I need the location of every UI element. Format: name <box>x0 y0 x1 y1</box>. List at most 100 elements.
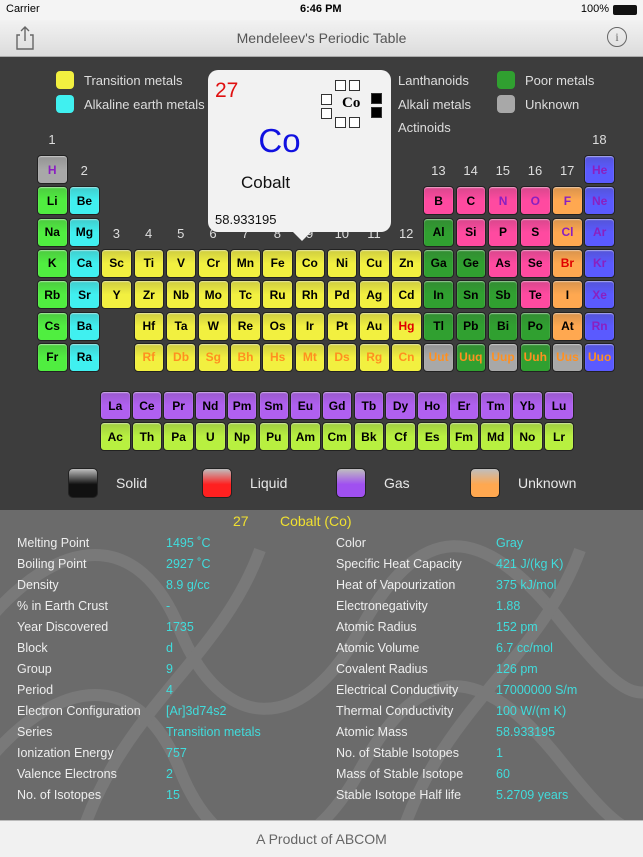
element-uuo[interactable]: Uuo <box>584 342 615 372</box>
element-ge[interactable]: Ge <box>455 248 487 278</box>
element-fm[interactable]: Fm <box>448 422 480 451</box>
element-ne[interactable]: Ne <box>584 186 615 216</box>
element-ba[interactable]: Ba <box>69 311 100 341</box>
element-zn[interactable]: Zn <box>391 248 422 278</box>
element-hf[interactable]: Hf <box>133 311 165 341</box>
element-ac[interactable]: Ac <box>100 422 131 451</box>
element-ru[interactable]: Ru <box>262 280 293 310</box>
element-li[interactable]: Li <box>37 186 68 216</box>
element-lu[interactable]: Lu <box>543 391 575 420</box>
element-hs[interactable]: Hs <box>262 342 293 372</box>
element-o[interactable]: O <box>520 186 551 216</box>
element-sr[interactable]: Sr <box>69 280 100 310</box>
element-mo[interactable]: Mo <box>198 280 229 310</box>
element-w[interactable]: W <box>198 311 229 341</box>
element-k[interactable]: K <box>37 248 68 278</box>
element-re[interactable]: Re <box>230 311 261 341</box>
element-ra[interactable]: Ra <box>69 342 100 372</box>
element-dy[interactable]: Dy <box>385 391 416 420</box>
element-br[interactable]: Br <box>552 248 583 278</box>
element-hg[interactable]: Hg <box>391 311 422 341</box>
element-ho[interactable]: Ho <box>417 391 448 420</box>
element-tl[interactable]: Tl <box>423 311 454 341</box>
element-h[interactable]: H <box>37 155 68 184</box>
element-uus[interactable]: Uus <box>552 342 583 372</box>
element-ga[interactable]: Ga <box>423 248 454 278</box>
element-cl[interactable]: Cl <box>552 217 583 247</box>
element-mg[interactable]: Mg <box>69 217 100 247</box>
element-cn[interactable]: Cn <box>391 342 422 372</box>
element-sm[interactable]: Sm <box>258 391 289 420</box>
element-y[interactable]: Y <box>101 280 132 310</box>
element-rn[interactable]: Rn <box>584 311 615 341</box>
element-zr[interactable]: Zr <box>133 280 165 310</box>
element-pm[interactable]: Pm <box>226 391 258 420</box>
element-fr[interactable]: Fr <box>37 342 68 372</box>
element-sb[interactable]: Sb <box>487 280 519 310</box>
element-db[interactable]: Db <box>165 342 197 372</box>
element-uuh[interactable]: Uuh <box>520 342 551 372</box>
element-cf[interactable]: Cf <box>385 422 416 451</box>
element-f[interactable]: F <box>552 186 583 216</box>
element-ca[interactable]: Ca <box>69 248 100 278</box>
element-pt[interactable]: Pt <box>326 311 358 341</box>
element-er[interactable]: Er <box>448 391 480 420</box>
element-be[interactable]: Be <box>69 186 100 216</box>
element-ti[interactable]: Ti <box>133 248 165 278</box>
element-at[interactable]: At <box>552 311 583 341</box>
element-rb[interactable]: Rb <box>37 280 68 310</box>
element-s[interactable]: S <box>520 217 551 247</box>
element-co[interactable]: Co <box>294 248 326 278</box>
element-pd[interactable]: Pd <box>326 280 358 310</box>
element-as[interactable]: As <box>487 248 519 278</box>
element-po[interactable]: Po <box>520 311 551 341</box>
element-i[interactable]: I <box>552 280 583 310</box>
element-au[interactable]: Au <box>359 311 390 341</box>
element-no[interactable]: No <box>512 422 543 451</box>
element-c[interactable]: C <box>455 186 487 216</box>
element-al[interactable]: Al <box>423 217 454 247</box>
element-os[interactable]: Os <box>262 311 293 341</box>
element-lr[interactable]: Lr <box>543 422 575 451</box>
element-gd[interactable]: Gd <box>321 391 353 420</box>
element-ta[interactable]: Ta <box>165 311 197 341</box>
element-fe[interactable]: Fe <box>262 248 293 278</box>
element-na[interactable]: Na <box>37 217 68 247</box>
element-cu[interactable]: Cu <box>359 248 390 278</box>
element-nb[interactable]: Nb <box>165 280 197 310</box>
element-mt[interactable]: Mt <box>294 342 326 372</box>
info-icon[interactable]: i <box>607 27 627 47</box>
element-uup[interactable]: Uup <box>487 342 519 372</box>
element-rh[interactable]: Rh <box>294 280 326 310</box>
element-tc[interactable]: Tc <box>230 280 261 310</box>
element-nd[interactable]: Nd <box>195 391 226 420</box>
element-eu[interactable]: Eu <box>290 391 321 420</box>
element-yb[interactable]: Yb <box>512 391 543 420</box>
element-md[interactable]: Md <box>480 422 511 451</box>
element-th[interactable]: Th <box>131 422 163 451</box>
element-np[interactable]: Np <box>226 422 258 451</box>
element-pr[interactable]: Pr <box>163 391 194 420</box>
element-mn[interactable]: Mn <box>230 248 261 278</box>
element-bi[interactable]: Bi <box>487 311 519 341</box>
element-si[interactable]: Si <box>455 217 487 247</box>
element-in[interactable]: In <box>423 280 454 310</box>
element-xe[interactable]: Xe <box>584 280 615 310</box>
element-pb[interactable]: Pb <box>455 311 487 341</box>
element-pu[interactable]: Pu <box>258 422 289 451</box>
element-b[interactable]: B <box>423 186 454 216</box>
element-rg[interactable]: Rg <box>359 342 390 372</box>
element-sg[interactable]: Sg <box>198 342 229 372</box>
element-p[interactable]: P <box>487 217 519 247</box>
element-ar[interactable]: Ar <box>584 217 615 247</box>
element-es[interactable]: Es <box>417 422 448 451</box>
element-rf[interactable]: Rf <box>133 342 165 372</box>
element-ir[interactable]: Ir <box>294 311 326 341</box>
element-bk[interactable]: Bk <box>353 422 385 451</box>
element-ds[interactable]: Ds <box>326 342 358 372</box>
element-la[interactable]: La <box>100 391 131 420</box>
element-te[interactable]: Te <box>520 280 551 310</box>
element-cd[interactable]: Cd <box>391 280 422 310</box>
element-cr[interactable]: Cr <box>198 248 229 278</box>
element-ce[interactable]: Ce <box>131 391 163 420</box>
